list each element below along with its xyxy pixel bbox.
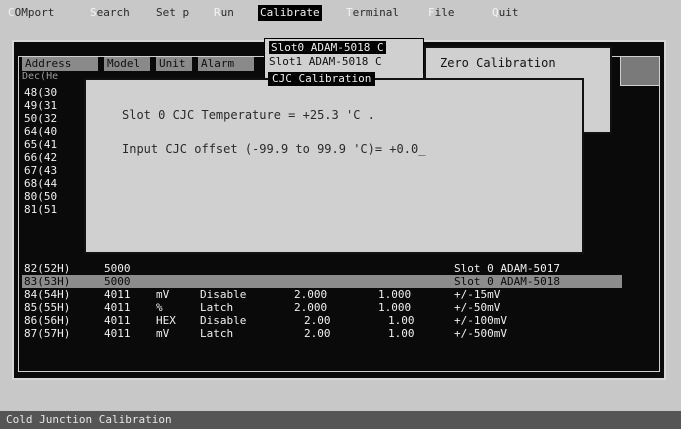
- table-row-partial[interactable]: 50(32: [24, 112, 57, 125]
- cell-description: Slot 0 ADAM-5018: [454, 275, 560, 288]
- table-row-partial[interactable]: 49(31: [24, 99, 57, 112]
- cell-model: 5000: [104, 262, 131, 275]
- table-row-partial[interactable]: 66(42: [24, 151, 57, 164]
- table-row-partial[interactable]: 80(50: [24, 190, 57, 203]
- cell-alarm: Latch: [200, 301, 234, 314]
- column-header-address[interactable]: Address: [22, 57, 98, 71]
- cjc-offset-input[interactable]: Input CJC offset (-99.9 to 99.9 'C)= +0.…: [122, 142, 425, 156]
- table-row[interactable]: 85(55H) 4011 % Latch 2.000 1.000 +/-50mV: [22, 301, 622, 314]
- menu-bar: COMport Search Set p Run Calibrate Termi…: [0, 0, 681, 26]
- cell-unit: HEX: [156, 314, 176, 327]
- status-text: Cold Junction Calibration: [6, 413, 172, 426]
- zero-calibration-label[interactable]: Zero Calibration: [440, 56, 556, 70]
- table-row-partial[interactable]: 65(41: [24, 138, 57, 151]
- menu-quit[interactable]: Quit: [492, 5, 519, 21]
- column-header-unit[interactable]: Unit: [156, 57, 192, 71]
- menu-search[interactable]: Search: [90, 5, 130, 21]
- scroll-box[interactable]: [620, 56, 660, 86]
- table-row-partial[interactable]: 64(40: [24, 125, 57, 138]
- table-row[interactable]: 82(52H) 5000 Slot 0 ADAM-5017: [22, 262, 622, 275]
- cell-value-1: 2.00: [304, 327, 331, 340]
- cell-value-1: 2.000: [294, 288, 328, 301]
- cell-value-2: 1.00: [388, 314, 415, 327]
- cell-model: 4011: [104, 288, 131, 301]
- cell-unit: mV: [156, 288, 170, 301]
- table-row[interactable]: 87(57H) 4011 mV Latch 2.00 1.00 +/-500mV: [22, 327, 622, 340]
- cell-address: 84(54H): [24, 288, 71, 301]
- status-bar: Cold Junction Calibration: [0, 411, 681, 429]
- cell-address: 87(57H): [24, 327, 71, 340]
- cell-alarm: Disable: [200, 314, 247, 327]
- column-header-model[interactable]: Model: [104, 57, 150, 71]
- menu-run[interactable]: Run: [214, 5, 234, 21]
- cell-description: Slot 0 ADAM-5017: [454, 262, 560, 275]
- cell-value-2: 1.00: [388, 327, 415, 340]
- table-row-partial[interactable]: 48(30: [24, 86, 57, 99]
- cell-description: +/-15mV: [454, 288, 501, 301]
- cell-value-1: 2.00: [304, 314, 331, 327]
- table-row-partial[interactable]: 67(43: [24, 164, 57, 177]
- cell-address: 82(52H): [24, 262, 71, 275]
- column-header-alarm[interactable]: Alarm: [198, 57, 254, 71]
- cell-value-1: 2.000: [294, 301, 328, 314]
- cjc-temperature-readout: Slot 0 CJC Temperature = +25.3 'C .: [122, 108, 375, 122]
- cjc-dialog-title: CJC Calibration: [268, 72, 376, 86]
- table-row-partial[interactable]: 81(51: [24, 203, 57, 216]
- cell-model: 4011: [104, 301, 131, 314]
- table-row[interactable]: 86(56H) 4011 HEX Disable 2.00 1.00 +/-10…: [22, 314, 622, 327]
- slot-item-0[interactable]: Slot0 ADAM-5018 C: [269, 41, 386, 54]
- menu-comport[interactable]: COMport: [8, 5, 54, 21]
- menu-terminal[interactable]: Terminal: [346, 5, 399, 21]
- menu-calibrate[interactable]: Calibrate: [258, 5, 322, 21]
- cell-model: 4011: [104, 314, 131, 327]
- cjc-calibration-dialog: Slot 0 CJC Temperature = +25.3 'C . Inpu…: [84, 78, 584, 254]
- menu-setup[interactable]: Set p: [156, 5, 189, 21]
- cell-value-2: 1.000: [378, 288, 412, 301]
- cell-alarm: Disable: [200, 288, 247, 301]
- cell-unit: %: [156, 301, 163, 314]
- cell-address: 83(53H): [24, 275, 71, 288]
- cell-description: +/-100mV: [454, 314, 507, 327]
- cell-description: +/-500mV: [454, 327, 507, 340]
- cell-unit: mV: [156, 327, 170, 340]
- menu-file[interactable]: File: [428, 5, 455, 21]
- slot-item-1[interactable]: Slot1 ADAM-5018 C: [269, 55, 382, 68]
- column-subheader: Dec(He: [22, 71, 59, 82]
- table-row-partial[interactable]: 68(44: [24, 177, 57, 190]
- cell-description: +/-50mV: [454, 301, 501, 314]
- cell-model: 4011: [104, 327, 131, 340]
- table-row[interactable]: 84(54H) 4011 mV Disable 2.000 1.000 +/-1…: [22, 288, 622, 301]
- cell-model: 5000: [104, 275, 131, 288]
- cell-address: 86(56H): [24, 314, 71, 327]
- cell-alarm: Latch: [200, 327, 234, 340]
- cell-value-2: 1.000: [378, 301, 412, 314]
- table-row-selected[interactable]: 83(53H) 5000 Slot 0 ADAM-5018: [22, 275, 622, 288]
- cell-address: 85(55H): [24, 301, 71, 314]
